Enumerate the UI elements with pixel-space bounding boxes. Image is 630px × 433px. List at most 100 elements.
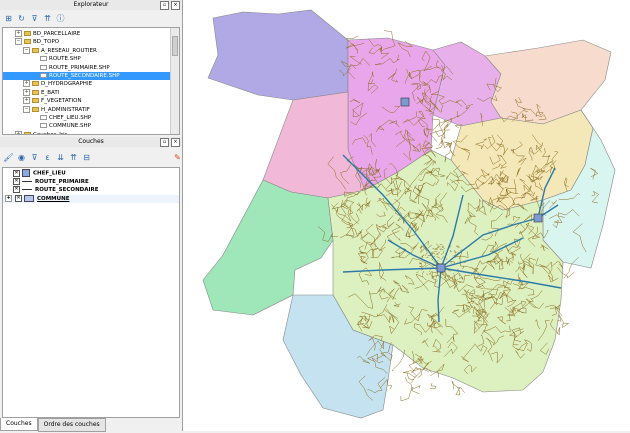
layer-item[interactable]: +✕COMMUNE <box>3 195 179 204</box>
collapse-all-icon[interactable]: ⇈ <box>69 153 78 162</box>
tree-item-label: CHEF_LIEU.SHP <box>49 115 91 121</box>
explorer-scrollbar[interactable] <box>170 28 179 134</box>
layer-visibility-checkbox[interactable]: ✕ <box>13 170 20 177</box>
folder-icon <box>32 48 39 53</box>
chef-lieu-marker <box>401 98 409 106</box>
folder-icon <box>24 31 31 36</box>
expand-icon[interactable] <box>5 179 10 184</box>
tree-item[interactable]: ROUTE_SECONDAIRE.SHP <box>3 72 179 80</box>
expand-icon[interactable]: + <box>15 131 22 135</box>
close-icon[interactable]: × <box>171 1 180 10</box>
left-panel: Explorateur ▫ × ⊞ ↻ ⊽ ⇈ ⓘ + BD_PARCELLAIR… <box>0 0 183 431</box>
expand-all-icon[interactable]: ⇊ <box>56 153 65 162</box>
layer-visibility-checkbox[interactable]: ✕ <box>13 178 20 185</box>
explorer-toolbar: ⊞ ↻ ⊽ ⇈ ⓘ <box>0 10 182 26</box>
tab-ordre-des-couches[interactable]: Ordre des couches <box>38 418 106 432</box>
map-canvas[interactable] <box>183 0 630 431</box>
expand-icon[interactable]: + <box>23 89 30 96</box>
tree-item[interactable]: COMMUNE.SHP <box>3 122 179 130</box>
folder-icon <box>24 132 31 135</box>
explorer-title-bar: Explorateur ▫ × <box>0 0 182 10</box>
folder-icon <box>32 98 39 103</box>
layer-visibility-checkbox[interactable]: ✕ <box>15 195 22 202</box>
shapefile-icon <box>40 65 47 70</box>
tree-item-label: COMMUNE.SHP <box>49 123 91 129</box>
tab-couches[interactable]: Couches <box>0 418 38 431</box>
collapse-icon[interactable]: − <box>15 38 22 45</box>
expand-icon[interactable]: + <box>15 30 22 37</box>
tree-item[interactable]: CHEF_LIEU.SHP <box>3 114 179 122</box>
collapse-icon[interactable]: − <box>23 106 30 113</box>
info-icon[interactable]: ⓘ <box>56 14 65 23</box>
explorer-title: Explorateur <box>74 1 109 8</box>
layer-label: CHEF_LIEU <box>33 171 66 177</box>
polygon-symbol-icon <box>24 195 34 202</box>
filter-icon[interactable]: ⊽ <box>30 153 39 162</box>
secondary-road <box>432 119 444 137</box>
tree-item-label: A_RESEAU_ROUTIER <box>41 48 97 54</box>
layers-tree: ✕ CHEF_LIEU ✕ ROUTE_PRIMAIRE ✕ ROUTE_SECONDAI… <box>2 167 180 418</box>
folder-icon <box>32 107 39 112</box>
panel-tabs: CouchesOrdre des couches <box>0 418 106 431</box>
layer-visibility-checkbox[interactable]: ✕ <box>13 186 20 193</box>
refresh-icon[interactable]: ↻ <box>17 14 26 23</box>
layer-label: ROUTE_PRIMAIRE <box>35 179 89 185</box>
tree-item-label: BD_PARCELLAIRE <box>33 31 80 37</box>
tree-item-label: E_BATI <box>41 90 59 96</box>
layers-title-bar: Couches ▫ × <box>0 137 182 147</box>
close-icon[interactable]: × <box>171 138 180 147</box>
tree-item-label: D_HYDROGRAPHIE <box>41 81 92 87</box>
tree-item[interactable]: + E_BATI <box>3 89 179 97</box>
shapefile-icon <box>40 115 47 120</box>
chef-lieu-marker <box>437 264 445 272</box>
expand-icon[interactable]: + <box>23 97 30 104</box>
tree-item[interactable]: + D_HYDROGRAPHIE <box>3 80 179 88</box>
secondary-road <box>452 381 460 389</box>
tree-item-label: ROUTE_PRIMAIRE.SHP <box>49 65 110 71</box>
expression-icon[interactable]: ε <box>43 153 52 162</box>
expand-icon[interactable]: + <box>23 80 30 87</box>
tree-item[interactable]: ROUTE_PRIMAIRE.SHP <box>3 64 179 72</box>
folder-icon <box>32 81 39 86</box>
tree-item[interactable]: + Couches_Iris <box>3 131 179 135</box>
brush-icon[interactable]: ✎ <box>173 153 182 162</box>
tree-item[interactable]: + BD_PARCELLAIRE <box>3 30 179 38</box>
tree-item-label: Couches_Iris <box>33 132 67 135</box>
line-symbol-icon <box>22 189 32 190</box>
tree-item[interactable]: − H_ADMINISTRATIF <box>3 106 179 114</box>
tree-item[interactable]: ROUTE.SHP <box>3 55 179 63</box>
remove-layer-icon[interactable]: ⊟ <box>82 153 91 162</box>
secondary-road <box>430 383 436 389</box>
expand-icon[interactable]: + <box>5 195 12 202</box>
tree-item[interactable]: − A_RESEAU_ROUTIER <box>3 47 179 55</box>
line-symbol-icon <box>22 181 32 182</box>
secondary-road <box>442 130 450 138</box>
filter-icon[interactable]: ⊽ <box>30 14 39 23</box>
layer-label: ROUTE_SECONDAIRE <box>35 187 99 193</box>
tree-item[interactable]: + F_VEGETATION <box>3 97 179 105</box>
collapse-icon[interactable]: − <box>23 47 30 54</box>
folder-icon <box>24 39 31 44</box>
tree-item-label: F_VEGETATION <box>41 98 82 104</box>
layer-item[interactable]: ✕ CHEF_LIEU <box>3 169 179 178</box>
secondary-road <box>401 386 420 401</box>
explorer-tree: +BD_PARCELLAIRE−BD_TOPO−A_RESEAU_ROUTIER… <box>2 27 180 135</box>
commune-polygon <box>485 40 611 124</box>
tree-item-label: H_ADMINISTRATIF <box>41 107 90 113</box>
float-icon[interactable]: ▫ <box>160 1 169 10</box>
secondary-road <box>456 386 465 395</box>
tree-item-label: ROUTE_SECONDAIRE.SHP <box>49 73 120 79</box>
point-symbol-icon <box>22 169 30 177</box>
layer-item[interactable]: ✕ ROUTE_PRIMAIRE <box>3 178 179 187</box>
shapefile-icon <box>40 56 47 61</box>
visibility-icon[interactable]: ◉ <box>17 153 26 162</box>
expand-icon[interactable] <box>5 171 10 176</box>
layer-item[interactable]: ✕ ROUTE_SECONDAIRE <box>3 186 179 195</box>
tree-item-label: ROUTE.SHP <box>49 56 81 62</box>
float-icon[interactable]: ▫ <box>160 138 169 147</box>
add-layer-icon[interactable]: ⊞ <box>4 14 13 23</box>
expand-icon[interactable] <box>5 187 10 192</box>
layer-style-icon[interactable]: 🖌 <box>4 153 13 162</box>
collapse-icon[interactable]: ⇈ <box>43 14 52 23</box>
tree-item[interactable]: −BD_TOPO <box>3 38 179 46</box>
